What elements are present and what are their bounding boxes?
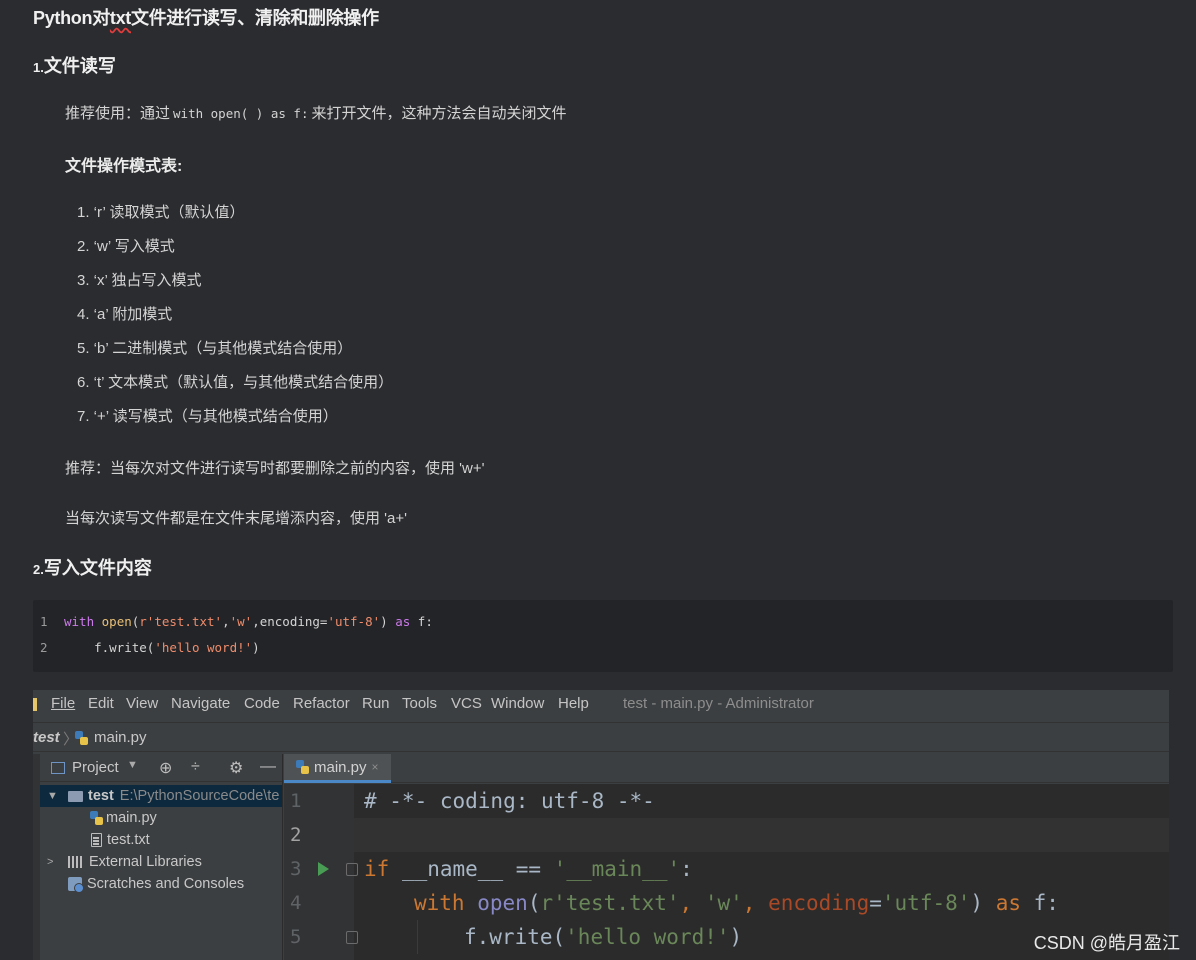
section-heading-1: 1.文件读写 bbox=[33, 56, 116, 76]
menu-file[interactable]: File bbox=[51, 695, 75, 712]
project-view-selector[interactable]: Project bbox=[72, 759, 119, 776]
recommend-paragraph: 推荐使用：通过 with open( ) as f: 来打开文件，这种方法会自动关闭… bbox=[65, 105, 567, 122]
python-file-icon bbox=[296, 760, 309, 774]
fold-icon[interactable] bbox=[346, 931, 358, 944]
pycharm-logo-icon bbox=[33, 698, 37, 711]
menu-navigate[interactable]: Navigate bbox=[171, 695, 230, 712]
hide-icon[interactable]: — bbox=[260, 758, 276, 776]
text-file-icon bbox=[91, 833, 102, 848]
list-item: 6. ‘t’ 文本模式（默认值，与其他模式结合使用） bbox=[77, 374, 394, 391]
editor-tab-bar: main.py × bbox=[284, 754, 1169, 783]
tree-item-scratches[interactable]: Scratches and Consoles bbox=[40, 873, 282, 895]
list-item: 4. ‘a’ 附加模式 bbox=[77, 306, 173, 323]
python-file-icon bbox=[90, 811, 103, 826]
tree-item-project-root[interactable]: ▼ test E:\PythonSourceCode\te bbox=[40, 785, 282, 807]
list-item: 7. ‘+’ 读写模式（与其他模式结合使用） bbox=[77, 408, 338, 425]
breadcrumb: test 〉 main.py bbox=[33, 722, 1169, 752]
tip-w-plus: 推荐：当每次对文件进行读写时都要删除之前的内容，使用 'w+' bbox=[65, 460, 485, 477]
tool-window-strip bbox=[33, 754, 40, 960]
menu-refactor[interactable]: Refactor bbox=[293, 695, 350, 712]
breadcrumb-file[interactable]: main.py bbox=[75, 729, 147, 746]
menu-view[interactable]: View bbox=[126, 695, 158, 712]
menu-bar: File Edit View Navigate Code Refactor Ru… bbox=[33, 690, 1169, 718]
ide-screenshot: File Edit View Navigate Code Refactor Ru… bbox=[33, 690, 1169, 960]
chevron-down-icon[interactable]: ▼ bbox=[127, 759, 138, 771]
collapse-all-icon[interactable]: ÷ bbox=[191, 758, 200, 776]
menu-vcs[interactable]: VCS bbox=[451, 695, 482, 712]
chevron-down-icon[interactable]: ▼ bbox=[47, 785, 58, 807]
project-panel: Project ▼ ⊕ ÷ ⚙ — ▼ test E:\PythonSourceC… bbox=[40, 754, 283, 960]
python-file-icon bbox=[75, 730, 88, 745]
project-window-icon bbox=[51, 762, 65, 774]
tip-a-plus: 当每次读写文件都是在文件末尾增添内容，使用 'a+' bbox=[65, 510, 407, 527]
locate-icon[interactable]: ⊕ bbox=[159, 758, 172, 778]
title-txt-word: txt bbox=[109, 8, 132, 28]
chevron-right-icon[interactable]: > bbox=[47, 851, 53, 873]
code-line: 2 f.write('hello word!') bbox=[40, 640, 260, 655]
tree-item-external-libraries[interactable]: > External Libraries bbox=[40, 851, 282, 873]
list-item: 3. ‘x’ 独占写入模式 bbox=[77, 272, 202, 289]
menu-help[interactable]: Help bbox=[558, 695, 589, 712]
tree-item-test-txt[interactable]: test.txt bbox=[40, 829, 282, 851]
tab-main-py[interactable]: main.py × bbox=[284, 754, 391, 783]
library-icon bbox=[68, 856, 84, 869]
section-heading-2: 2.写入文件内容 bbox=[33, 558, 152, 578]
list-item: 1. ‘r’ 读取模式（默认值） bbox=[77, 204, 245, 221]
modes-list: 1. ‘r’ 读取模式（默认值） 2. ‘w’ 写入模式 3. ‘x’ 独占写入… bbox=[77, 200, 393, 438]
menu-code[interactable]: Code bbox=[244, 695, 280, 712]
editor-line: 3 if __name__ == '__main__': bbox=[290, 857, 693, 881]
run-icon[interactable] bbox=[318, 862, 329, 876]
fold-icon[interactable] bbox=[346, 863, 358, 876]
breadcrumb-project[interactable]: test bbox=[33, 729, 60, 746]
menu-run[interactable]: Run bbox=[362, 695, 390, 712]
editor-line: 1 # -*- coding: utf-8 -*- bbox=[290, 789, 655, 813]
project-panel-header: Project ▼ ⊕ ÷ ⚙ — bbox=[40, 754, 282, 782]
window-title: test - main.py - Administrator bbox=[623, 695, 814, 712]
project-path: E:\PythonSourceCode\te bbox=[119, 788, 280, 804]
close-icon[interactable]: × bbox=[372, 760, 379, 774]
list-item: 2. ‘w’ 写入模式 bbox=[77, 238, 175, 255]
modes-table-title: 文件操作模式表: bbox=[65, 158, 183, 175]
menu-edit[interactable]: Edit bbox=[88, 695, 114, 712]
csdn-watermark: CSDN @皓月盈江 bbox=[1033, 933, 1180, 953]
inline-code: with open( ) as f: bbox=[173, 106, 309, 121]
gear-icon[interactable]: ⚙ bbox=[229, 758, 243, 778]
code-block[interactable]: 1 with open(r'test.txt','w',encoding='utf… bbox=[33, 600, 1173, 672]
editor-line-current: 2 bbox=[284, 818, 1169, 852]
list-item: 5. ‘b’ 二进制模式（与其他模式结合使用） bbox=[77, 340, 353, 357]
tree-item-main-py[interactable]: main.py bbox=[40, 807, 282, 829]
menu-window[interactable]: Window bbox=[491, 695, 544, 712]
editor-line: 4 with open(r'test.txt', 'w', encoding='… bbox=[290, 891, 1059, 915]
menu-tools[interactable]: Tools bbox=[402, 695, 437, 712]
code-line: 1 with open(r'test.txt','w',encoding='utf… bbox=[40, 614, 433, 629]
page-title: Python对txt文件进行读写、清除和删除操作 bbox=[33, 8, 379, 28]
scratches-icon bbox=[68, 877, 84, 894]
folder-icon bbox=[68, 790, 83, 802]
